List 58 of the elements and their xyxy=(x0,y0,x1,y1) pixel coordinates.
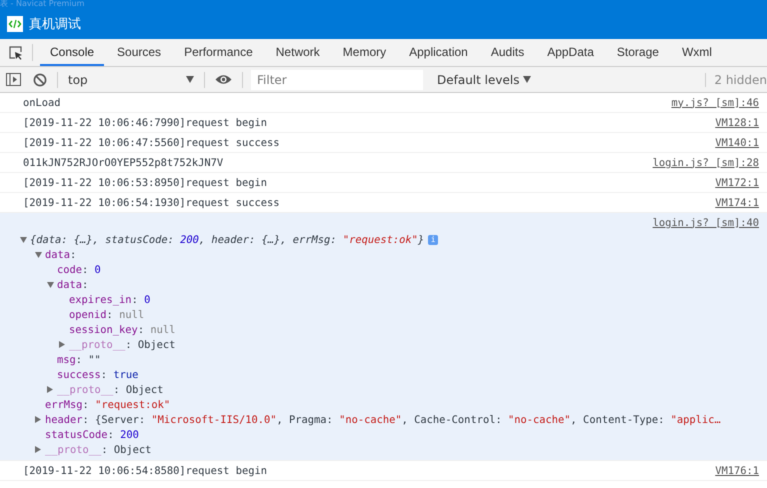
source-link[interactable]: VM176:1 xyxy=(715,464,759,476)
property-line: statusCode: 200 xyxy=(45,428,139,440)
property-line: openid: null xyxy=(69,308,144,320)
expanded-triangle-icon[interactable] xyxy=(47,282,54,288)
source-link[interactable]: my.js? [sm]:46 xyxy=(671,96,759,108)
source-link[interactable]: VM172:1 xyxy=(715,176,759,188)
filter-field[interactable]: Filter xyxy=(251,70,423,90)
object-summary: {data: {…}, statusCode: 200, header: {…}, errMsg: "request:ok"} xyxy=(30,234,424,246)
devtools-tab[interactable]: Audits xyxy=(480,39,534,66)
property-line: msg: "" xyxy=(57,354,101,366)
caret-icon xyxy=(186,76,194,83)
devtools-tab[interactable]: AppData xyxy=(537,39,604,66)
property-line: __proto__: Object xyxy=(45,444,152,456)
property-line: success: true xyxy=(57,368,138,380)
expanded-triangle-icon[interactable] xyxy=(20,236,27,242)
log-levels-dropdown[interactable]: Default levels xyxy=(431,72,706,88)
caret-icon xyxy=(523,76,532,83)
window-title: 真机调试 xyxy=(29,16,81,32)
hidden-count: 2 hidden xyxy=(705,72,767,86)
sidebar-toggle-icon[interactable] xyxy=(6,73,21,86)
collapsed-triangle-icon[interactable] xyxy=(59,341,65,348)
log-message: onLoad xyxy=(23,96,61,108)
source-link[interactable]: login.js? [sm]:28 xyxy=(652,156,759,168)
devtools-tab[interactable]: Network xyxy=(266,39,330,66)
property-line: errMsg: "request:ok" xyxy=(45,398,170,410)
eye-icon[interactable] xyxy=(215,74,232,85)
property-line: expires_in: 0 xyxy=(69,294,150,306)
log-message: [2019-11-22 10:06:47:5560]request success xyxy=(23,136,280,148)
property-line: data: xyxy=(57,278,88,290)
devtools-tab[interactable]: Application xyxy=(399,39,478,66)
expanded-triangle-icon[interactable] xyxy=(35,252,42,258)
devtools-tab[interactable]: Performance xyxy=(174,39,263,66)
inspect-element-icon[interactable] xyxy=(9,46,23,60)
log-message: [2019-11-22 10:06:54:8580]request begin xyxy=(23,464,267,476)
devtools-tab[interactable]: Storage xyxy=(606,39,669,66)
source-link[interactable]: VM128:1 xyxy=(715,116,759,128)
collapsed-triangle-icon[interactable] xyxy=(47,386,53,393)
property-line: __proto__: Object xyxy=(69,338,176,350)
property-line: __proto__: Object xyxy=(57,384,164,396)
property-line: data: xyxy=(45,248,76,260)
context-dropdown[interactable]: top xyxy=(62,72,200,86)
property-line: header: {Server: "Microsoft-IIS/10.0", Pragma: "no-cache", Cache-Control: "no-cache", Content-Type: "applic… xyxy=(45,414,721,426)
info-badge: i xyxy=(428,234,438,244)
devtools-tab[interactable]: Sources xyxy=(107,39,172,66)
collapsed-triangle-icon[interactable] xyxy=(35,416,41,423)
clear-console-icon[interactable] xyxy=(33,72,47,86)
source-link[interactable]: VM174:1 xyxy=(715,196,759,208)
log-message: [2019-11-22 10:06:46:7990]request begin xyxy=(23,116,267,128)
source-link[interactable]: VM140:1 xyxy=(715,136,759,148)
devtools-tab[interactable]: Memory xyxy=(332,39,396,66)
property-line: session_key: null xyxy=(69,324,176,336)
source-link[interactable]: login.js? [sm]:40 xyxy=(652,216,759,228)
devtools-tab[interactable]: Wxml xyxy=(672,39,722,66)
log-message: [2019-11-22 10:06:54:1930]request success xyxy=(23,196,280,208)
log-message: [2019-11-22 10:06:53:8950]request begin xyxy=(23,176,267,188)
collapsed-triangle-icon[interactable] xyxy=(35,446,41,453)
property-line: code: 0 xyxy=(57,264,101,276)
log-message: 011kJN752RJOrO0YEP552p8t752kJN7V xyxy=(23,156,224,168)
